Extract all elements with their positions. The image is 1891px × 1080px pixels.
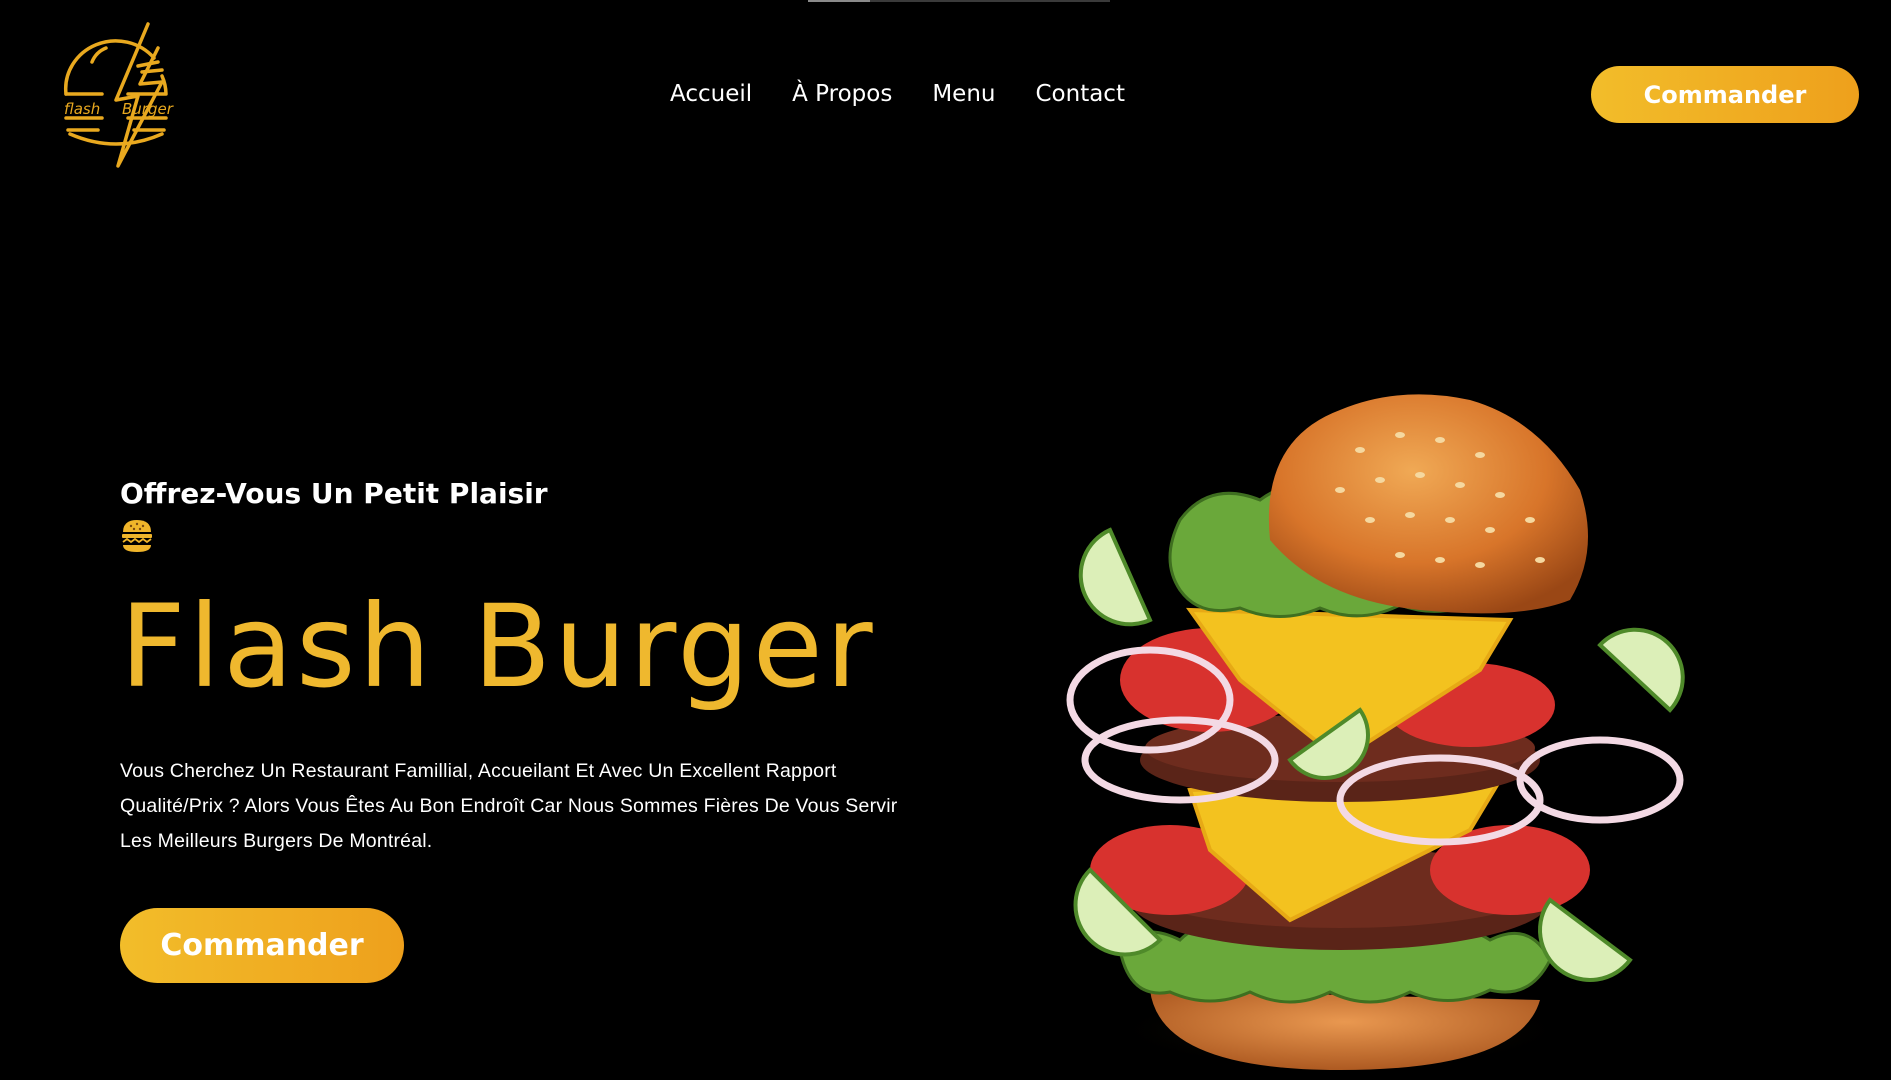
hero-title: Flash Burger <box>120 580 876 713</box>
svg-text:flash: flash <box>64 100 100 118</box>
svg-text:Burger: Burger <box>122 100 174 118</box>
hero-section: Offrez-Vous Un Petit Plaisir Flash Burge… <box>120 472 920 859</box>
hero-description: Vous Cherchez Un Restaurant Famillial, A… <box>120 760 898 852</box>
burger-icon <box>120 518 154 554</box>
header-order-button[interactable]: Commander <box>1591 66 1859 123</box>
main-navigation: Accueil À Propos Menu Contact <box>650 76 1145 112</box>
exploded-burger-illustration <box>1040 380 1700 1080</box>
nav-link-accueil[interactable]: Accueil <box>650 76 772 112</box>
flash-burger-logo[interactable]: flash Burger <box>58 22 174 168</box>
nav-link-contact[interactable]: Contact <box>1015 76 1144 112</box>
hero-tagline: Offrez-Vous Un Petit Plaisir <box>120 477 548 510</box>
nav-link-menu[interactable]: Menu <box>912 76 1015 112</box>
nav-link-a-propos[interactable]: À Propos <box>772 76 912 112</box>
flash-burger-logo-icon: flash Burger <box>63 22 174 168</box>
hero-order-button[interactable]: Commander <box>120 908 404 983</box>
site-header: flash Burger Accueil À Propos Menu Conta… <box>0 0 1891 190</box>
